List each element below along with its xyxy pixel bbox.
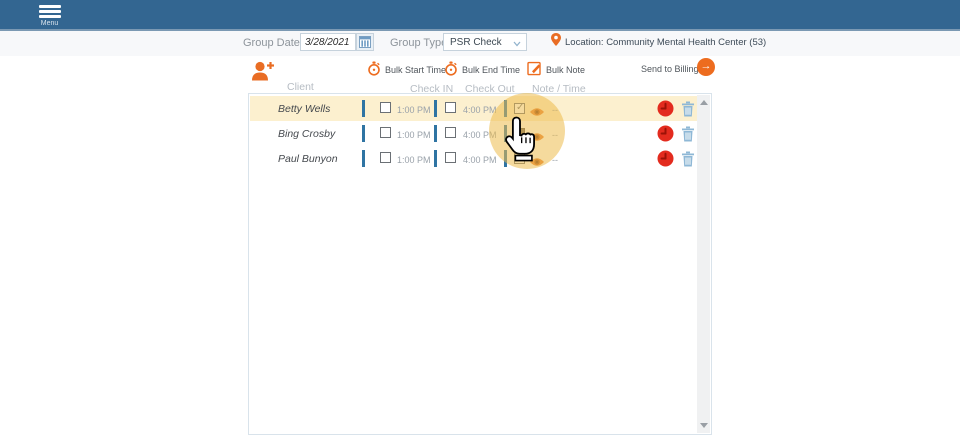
chevron-down-icon: [513, 39, 521, 50]
column-divider: [504, 150, 507, 167]
column-divider: [362, 100, 365, 117]
red-clock-icon[interactable]: [657, 125, 674, 147]
hamburger-icon: [36, 5, 63, 18]
trash-icon[interactable]: [681, 101, 695, 122]
map-pin-icon: [551, 33, 561, 51]
eye-icon[interactable]: [529, 129, 545, 147]
eye-icon[interactable]: [529, 104, 545, 122]
scroll-up-icon[interactable]: [700, 100, 708, 105]
column-divider: [434, 100, 437, 117]
table-row: Betty Wells 1:00 PM 4:00 PM --: [250, 96, 698, 121]
trash-icon[interactable]: [681, 126, 695, 147]
group-type-select[interactable]: PSR Check: [443, 33, 527, 51]
note-value: --: [552, 105, 558, 115]
check-out-time: 4:00 PM: [463, 155, 497, 165]
trash-icon[interactable]: [681, 151, 695, 172]
top-navigation-bar: Menu: [0, 0, 960, 31]
column-divider: [434, 125, 437, 142]
column-divider: [362, 125, 365, 142]
column-divider: [434, 150, 437, 167]
send-to-billing-button[interactable]: Send to Billing: [641, 64, 699, 74]
arrow-right-circle-icon[interactable]: →: [697, 58, 715, 76]
check-in-time: 1:00 PM: [397, 155, 431, 165]
check-out-checkbox[interactable]: [445, 127, 456, 138]
red-clock-icon[interactable]: [657, 150, 674, 172]
client-name: Bing Crosby: [278, 128, 335, 140]
stopwatch-icon: [444, 61, 458, 81]
column-divider: [504, 125, 507, 142]
menu-button[interactable]: Menu: [36, 3, 63, 27]
column-divider: [362, 150, 365, 167]
check-out-time: 4:00 PM: [463, 130, 497, 140]
client-name: Paul Bunyon: [278, 153, 338, 165]
bulk-end-time-button[interactable]: Bulk End Time: [462, 65, 520, 75]
attendance-table: Betty Wells 1:00 PM 4:00 PM --: [248, 93, 712, 435]
note-pencil-icon: [527, 61, 542, 81]
menu-label: Menu: [36, 20, 63, 27]
group-type-label: Group Type:: [390, 37, 450, 49]
check-in-time: 1:00 PM: [397, 105, 431, 115]
client-name: Betty Wells: [278, 103, 330, 115]
group-date-input[interactable]: [300, 33, 356, 51]
column-divider: [504, 100, 507, 117]
check-out-time: 4:00 PM: [463, 105, 497, 115]
check-out-checkbox[interactable]: [445, 152, 456, 163]
note-checkbox[interactable]: [514, 128, 525, 139]
bulk-start-time-button[interactable]: Bulk Start Time: [385, 65, 446, 75]
check-in-checkbox[interactable]: [380, 152, 391, 163]
group-session-page: Menu Group Date: Group Type: PSR Check L…: [0, 0, 960, 442]
check-in-checkbox[interactable]: [380, 127, 391, 138]
group-date-label: Group Date:: [243, 37, 303, 49]
check-out-checkbox[interactable]: [445, 102, 456, 113]
note-checkbox[interactable]: [514, 103, 525, 114]
scroll-down-icon[interactable]: [700, 423, 708, 428]
location-text: Location: Community Mental Health Center…: [565, 37, 766, 48]
calendar-icon[interactable]: [356, 33, 374, 51]
group-type-value: PSR Check: [450, 37, 502, 48]
check-in-checkbox[interactable]: [380, 102, 391, 113]
add-person-icon[interactable]: [250, 59, 276, 88]
note-value: --: [552, 130, 558, 140]
note-checkbox[interactable]: [514, 153, 525, 164]
table-row: Paul Bunyon 1:00 PM 4:00 PM --: [250, 146, 698, 171]
red-clock-icon[interactable]: [657, 100, 674, 122]
check-in-time: 1:00 PM: [397, 130, 431, 140]
eye-icon[interactable]: [529, 154, 545, 172]
column-header-client: Client: [287, 81, 314, 93]
note-value: --: [552, 155, 558, 165]
stopwatch-icon: [367, 61, 381, 81]
bulk-note-button[interactable]: Bulk Note: [546, 65, 585, 75]
table-row: Bing Crosby 1:00 PM 4:00 PM --: [250, 121, 698, 146]
scrollbar[interactable]: [697, 95, 710, 433]
